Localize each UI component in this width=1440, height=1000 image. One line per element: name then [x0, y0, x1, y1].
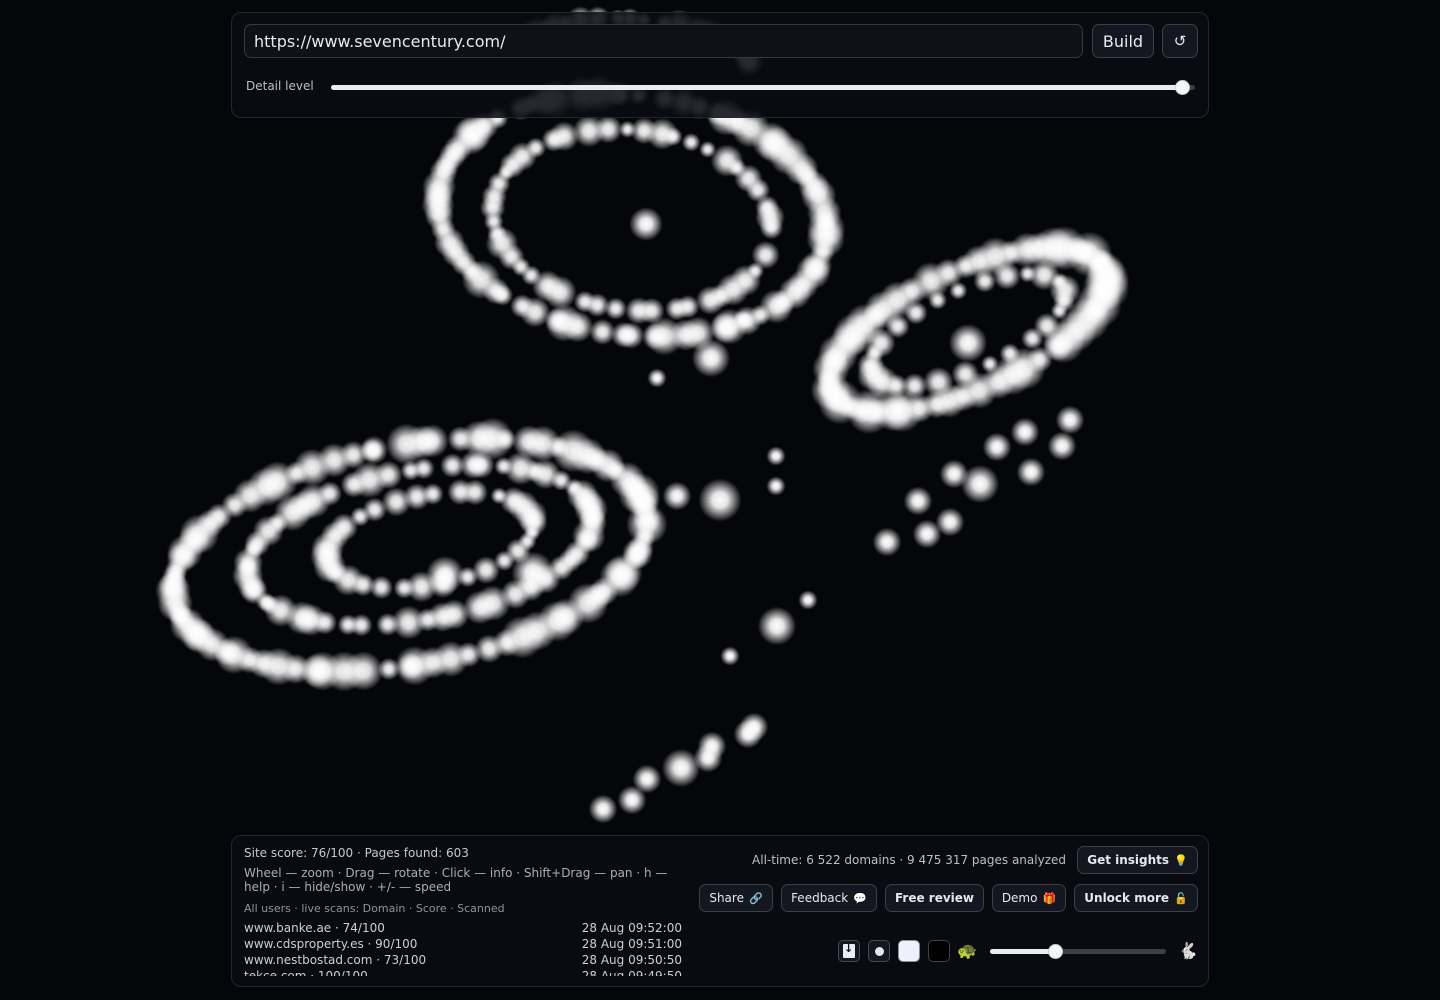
list-item[interactable]: www.nestbostad.com · 73/100 28 Aug 09:50… [244, 952, 682, 968]
detail-level-fill [331, 85, 1182, 90]
lightbulb-icon: 💡 [1174, 853, 1188, 867]
scan-domain: www.banke.ae · 74/100 [244, 921, 385, 935]
download-icon [843, 942, 855, 958]
turtle-icon: 🐢 [957, 941, 977, 960]
get-insights-button[interactable]: Get insights 💡 [1077, 846, 1198, 874]
white-background-swatch[interactable] [898, 940, 920, 962]
url-toolbar: Build ↺ Detail level [231, 12, 1209, 118]
unlock-icon: 🔓 [1174, 891, 1188, 905]
speed-fill [990, 949, 1055, 954]
info-panel: Site score: 76/100 · Pages found: 603 Wh… [231, 835, 1209, 987]
scan-time: 28 Aug 09:50:50 [581, 953, 682, 967]
scan-domain: www.cdsproperty.es · 90/100 [244, 937, 418, 951]
controls-help: Wheel — zoom · Drag — rotate · Click — i… [244, 866, 668, 894]
dot-size-icon [874, 946, 884, 956]
speed-slider[interactable] [990, 944, 1166, 959]
rabbit-icon: 🐇 [1178, 941, 1198, 960]
scan-time: 28 Aug 09:51:00 [581, 937, 682, 951]
gift-icon: 🎁 [1042, 891, 1057, 905]
speed-thumb[interactable] [1048, 944, 1063, 959]
scan-time: 28 Aug 09:52:00 [581, 921, 682, 935]
black-background-swatch[interactable] [928, 940, 950, 962]
detail-level-slider[interactable] [331, 80, 1195, 95]
demo-label: Demo [1001, 891, 1038, 905]
list-item[interactable]: www.cdsproperty.es · 90/100 28 Aug 09:51… [244, 936, 682, 952]
build-button[interactable]: Build [1092, 24, 1154, 58]
feedback-button[interactable]: Feedback 💬 [781, 884, 877, 912]
scan-domain: tekce.com · 100/100 [244, 969, 368, 976]
live-scans-list: www.banke.ae · 74/100 28 Aug 09:52:00 ww… [244, 920, 682, 976]
detail-level-label: Detail level [246, 79, 314, 93]
feedback-label: Feedback [791, 891, 849, 905]
list-item[interactable]: tekce.com · 100/100 28 Aug 09:49:50 [244, 968, 682, 976]
speech-bubble-icon: 💬 [853, 891, 867, 905]
list-item[interactable]: www.banke.ae · 74/100 28 Aug 09:52:00 [244, 920, 682, 936]
get-insights-label: Get insights [1087, 853, 1170, 867]
free-review-button[interactable]: Free review [885, 884, 984, 912]
scan-domain: www.nestbostad.com · 73/100 [244, 953, 427, 967]
link-icon: 🔗 [748, 891, 763, 905]
reset-icon: ↺ [1173, 32, 1187, 50]
unlock-more-button[interactable]: Unlock more 🔓 [1074, 884, 1198, 912]
reset-button[interactable]: ↺ [1162, 24, 1198, 58]
free-review-label: Free review [894, 891, 975, 905]
download-button[interactable] [838, 940, 860, 962]
live-scans-header: All users · live scans: Domain · Score ·… [244, 902, 505, 915]
demo-button[interactable]: Demo 🎁 [992, 884, 1066, 912]
site-stats: Site score: 76/100 · Pages found: 603 [244, 846, 469, 860]
scan-time: 28 Aug 09:49:50 [581, 969, 682, 976]
share-button[interactable]: Share 🔗 [699, 884, 773, 912]
detail-level-thumb[interactable] [1175, 80, 1190, 95]
share-label: Share [709, 891, 744, 905]
dot-size-button[interactable] [868, 940, 890, 962]
url-input[interactable] [244, 24, 1083, 58]
unlock-more-label: Unlock more [1084, 891, 1170, 905]
all-time-stats: All-time: 6 522 domains · 9 475 317 page… [752, 853, 1066, 867]
